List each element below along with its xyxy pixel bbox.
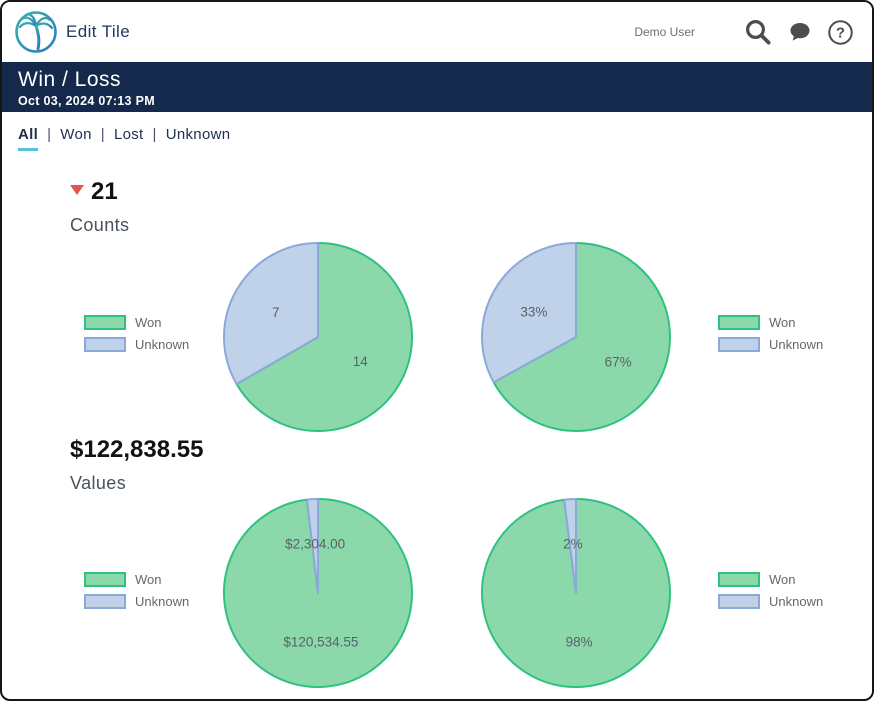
legend-label: Won [135,315,162,330]
pie-slice-label: 2% [563,537,583,552]
legend-item-won[interactable]: Won [718,572,823,587]
counts-section-label: Counts [70,215,129,236]
legend-label: Won [135,572,162,587]
pie-slice-label: 14 [353,354,369,369]
values-stat: $122,838.55 [70,438,203,462]
unknown-swatch [84,594,126,609]
legend-item-unknown[interactable]: Unknown [718,337,823,352]
tab-separator: | [153,126,157,143]
legend-counts-left: Won Unknown [84,315,189,352]
values-section-label: Values [70,473,126,494]
won-swatch [718,572,760,587]
legend-label: Unknown [769,337,823,352]
legend-values-right: Won Unknown [718,572,823,609]
pie-slice-label: $120,534.55 [283,634,358,649]
legend-label: Won [769,572,796,587]
legend-label: Won [769,315,796,330]
legend-item-won[interactable]: Won [84,315,189,330]
tab-unknown[interactable]: Unknown [166,126,231,148]
unknown-swatch [84,337,126,352]
pie-chart-values-percent: 98% 2% [480,497,672,689]
pie-slice-label: 33% [520,305,547,320]
app-window: Edit Tile Demo User ? [0,0,874,701]
chat-icon[interactable] [787,20,813,44]
legend-item-unknown[interactable]: Unknown [84,594,189,609]
tile-timestamp: Oct 03, 2024 07:13 PM [18,93,856,110]
page-title: Edit Tile [66,22,130,42]
counts-total: 21 [91,180,118,204]
tab-separator: | [47,126,51,143]
legend-item-unknown[interactable]: Unknown [718,594,823,609]
legend-item-won[interactable]: Won [718,315,823,330]
legend-label: Unknown [769,594,823,609]
won-swatch [84,572,126,587]
unknown-swatch [718,594,760,609]
palm-tree-logo-icon [14,10,58,54]
tab-all[interactable]: All [18,126,38,151]
pie-chart-counts-percent: 67% 33% [480,241,672,433]
pie-chart-values-absolute: $120,534.55 $2,304.00 [222,497,414,689]
pie-slice-label: $2,304.00 [285,537,345,552]
unknown-swatch [718,337,760,352]
search-icon[interactable] [743,17,773,47]
tab-separator: | [101,126,105,143]
user-menu[interactable]: Demo User [634,25,695,39]
pie-chart-counts-absolute: 14 7 [222,241,414,433]
legend-label: Unknown [135,594,189,609]
trend-down-icon [70,185,84,195]
legend-item-unknown[interactable]: Unknown [84,337,189,352]
pie-slice-label: 98% [566,634,593,649]
question-mark-glyph: ? [836,25,845,41]
won-swatch [718,315,760,330]
top-bar: Edit Tile Demo User ? [2,2,872,62]
topbar-actions: Demo User ? [634,17,854,47]
tab-won[interactable]: Won [60,126,91,148]
legend-values-left: Won Unknown [84,572,189,609]
legend-label: Unknown [135,337,189,352]
tile-header: Win / Loss Oct 03, 2024 07:13 PM [2,62,872,112]
counts-stat: 21 [70,180,118,204]
help-icon[interactable]: ? [827,19,854,46]
legend-item-won[interactable]: Won [84,572,189,587]
legend-counts-right: Won Unknown [718,315,823,352]
tile-title: Win / Loss [18,67,856,93]
values-total: $122,838.55 [70,438,203,462]
pie-slice-label: 7 [272,305,280,320]
filter-tabs: All | Won | Lost | Unknown [18,126,230,151]
pie-slice-label: 67% [605,354,632,369]
tab-lost[interactable]: Lost [114,126,144,148]
won-swatch [84,315,126,330]
